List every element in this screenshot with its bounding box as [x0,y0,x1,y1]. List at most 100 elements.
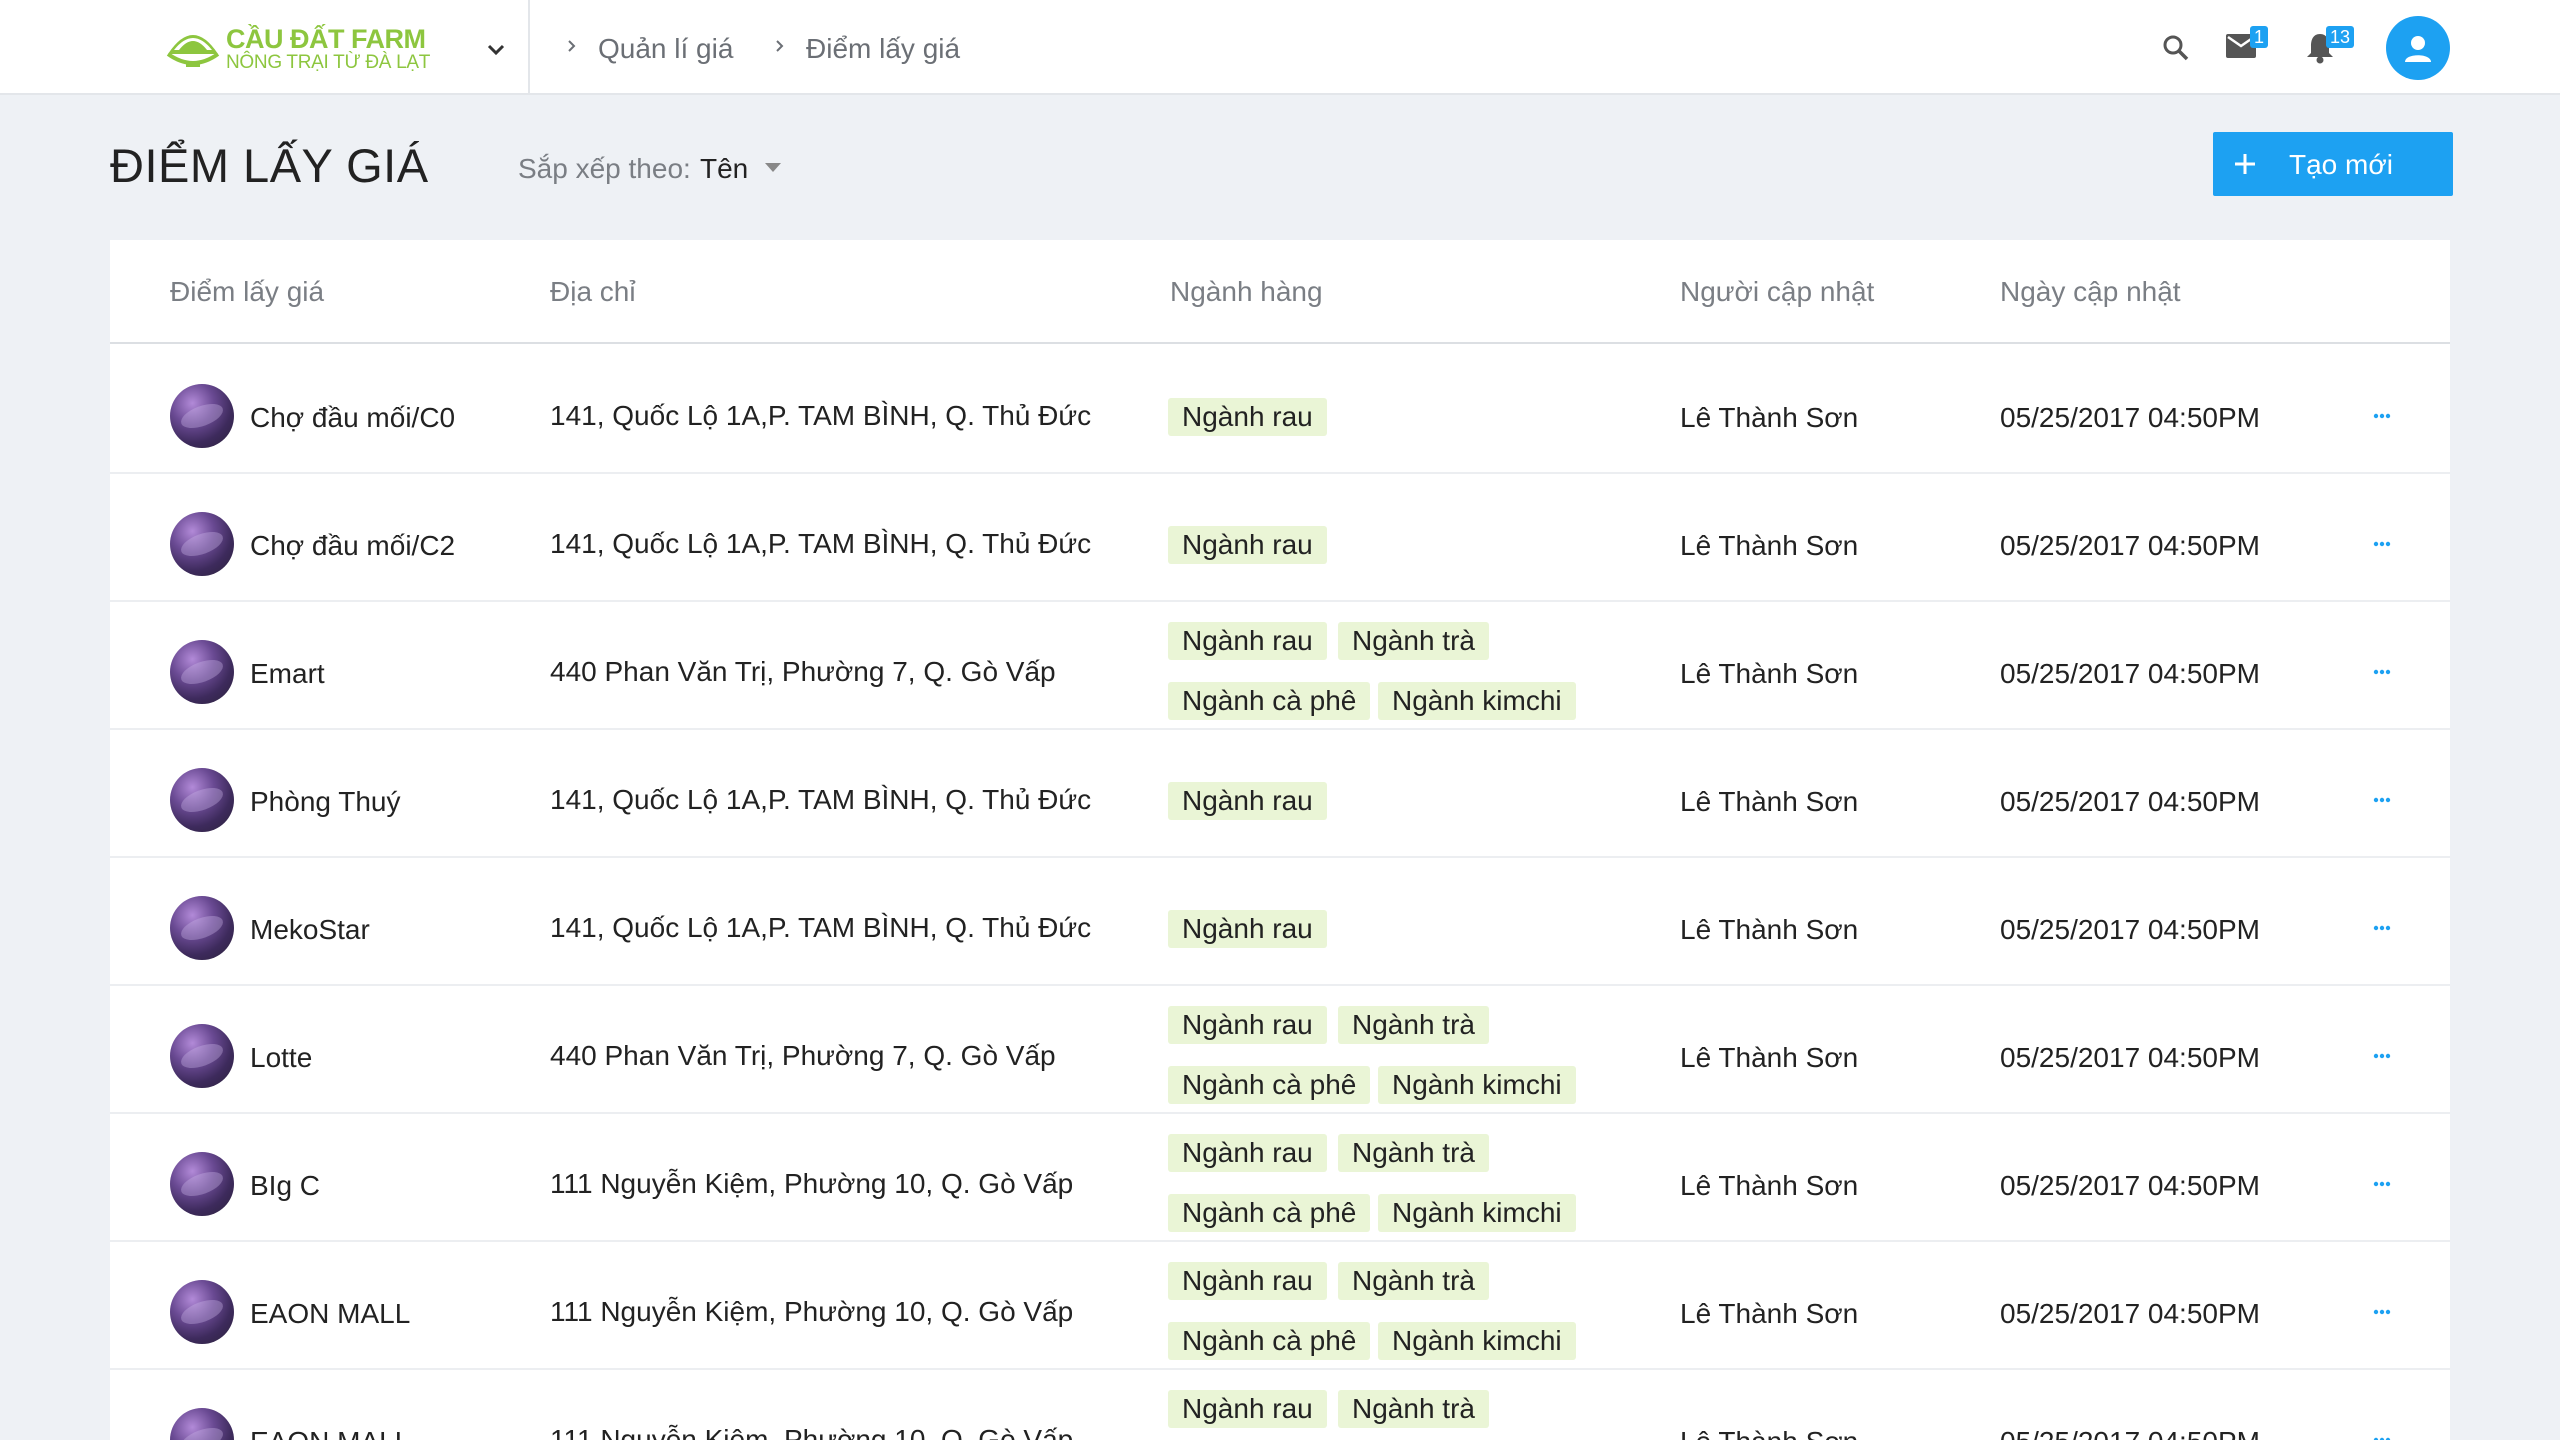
more-icon[interactable] [2362,914,2402,942]
category-tag: Ngành rau [1168,1262,1327,1300]
updated-at: 05/25/2017 04:50PM [2000,786,2260,817]
column-header-category[interactable]: Ngành hàng [1170,276,1323,308]
column-header-updated-at[interactable]: Ngày cập nhật [2000,276,2181,308]
brand-logo-link[interactable]: CẦU ĐẤT FARM NÔNG TRẠI TỪ ĐÀ LẠT [164,18,430,76]
plus-icon [2235,154,2255,174]
category-tag: Ngành kimchi [1378,1066,1576,1104]
updated-at: 05/25/2017 04:50PM [2000,1042,2260,1073]
more-icon[interactable] [2362,786,2402,814]
point-address: 141, Quốc Lộ 1A,P. TAM BÌNH, Q. Thủ Đức [550,528,1092,559]
category-tag: Ngành trà [1338,1390,1489,1428]
chevron-right-icon [568,40,576,52]
top-header: CẦU ĐẤT FARM NÔNG TRẠI TỪ ĐÀ LẠT Quản lí… [0,0,2560,95]
more-icon[interactable] [2362,402,2402,430]
table-row[interactable]: Chợ đầu mối/C2 141, Quốc Lộ 1A,P. TAM BÌN… [110,474,2450,602]
point-avatar [170,512,234,576]
more-icon[interactable] [2362,1298,2402,1326]
point-name: Chợ đầu mối/C0 [250,402,456,433]
updated-at: 05/25/2017 04:50PM [2000,1170,2260,1201]
category-tag: Ngành rau [1168,1134,1327,1172]
chevron-right-icon [776,40,784,52]
updated-at: 05/25/2017 04:50PM [2000,914,2260,945]
updated-at: 05/25/2017 04:50PM [2000,1298,2260,1329]
table-row[interactable]: Chợ đầu mối/C0 141, Quốc Lộ 1A,P. TAM BÌN… [110,346,2450,474]
header-divider [528,0,530,95]
price-points-table: Điểm lấy giá Địa chỉ Ngành hàng Người cậ… [110,240,2450,1440]
table-row[interactable]: Emart 440 Phan Văn Trị, Phường 7, Q. Gò V… [110,602,2450,730]
point-name: Chợ đầu mối/C2 [250,530,456,561]
point-address: 111 Nguyễn Kiệm, Phường 10, Q. Gò Vấp [550,1424,1074,1440]
table-row[interactable]: BIg C 111 Nguyễn Kiệm, Phường 10, Q. Gò V… [110,1114,2450,1242]
updated-by: Lê Thành Sơn [1680,786,1859,817]
point-name: Emart [250,658,325,689]
more-icon[interactable] [2362,1042,2402,1070]
point-avatar [170,384,234,448]
category-tag: Ngành kimchi [1378,1194,1576,1232]
category-tag: Ngành cà phê [1168,1194,1371,1232]
farm-logo-icon [166,35,220,67]
page-title: ĐIỂM LẤY GIÁ [110,139,429,192]
column-header-point[interactable]: Điểm lấy giá [170,276,324,308]
category-tag: Ngành rau [1168,782,1327,820]
sort-value: Tên [700,153,749,184]
category-tag: Ngành cà phê [1168,682,1371,720]
updated-by: Lê Thành Sơn [1680,658,1859,689]
category-tag: Ngành rau [1168,1006,1327,1044]
table-row[interactable]: MekoStar 141, Quốc Lộ 1A,P. TAM BÌNH, Q. … [110,858,2450,986]
point-name: BIg C [250,1170,321,1201]
point-address: 141, Quốc Lộ 1A,P. TAM BÌNH, Q. Thủ Đức [550,912,1092,943]
notification-button[interactable]: 13 [2306,24,2366,68]
updated-by: Lê Thành Sơn [1680,1170,1859,1201]
table-row[interactable]: EAON MALL 111 Nguyễn Kiệm, Phường 10, Q. … [110,1370,2450,1440]
category-tag: Ngành kimchi [1378,1322,1576,1360]
more-icon[interactable] [2362,530,2402,558]
updated-by: Lê Thành Sơn [1680,1426,1858,1440]
table-row[interactable]: Phòng Thuý 141, Quốc Lộ 1A,P. TAM BÌNH, Q… [110,730,2450,858]
category-tag: Ngành cà phê [1168,1322,1371,1360]
sort-select[interactable]: Tên [700,148,790,188]
point-avatar [170,1152,234,1216]
brand-tagline: NÔNG TRẠI TỪ ĐÀ LẠT [226,52,431,73]
updated-by: Lê Thành Sơn [1680,1042,1859,1073]
more-icon[interactable] [2362,1170,2402,1198]
table-row[interactable]: EAON MALL 111 Nguyễn Kiệm, Phường 10, Q. … [110,1242,2450,1370]
updated-by: Lê Thành Sơn [1680,402,1859,433]
breadcrumb-price-points[interactable]: Điểm lấy giá [806,33,960,65]
point-avatar [170,640,234,704]
point-avatar [170,1408,234,1440]
table-row[interactable]: Lotte 440 Phan Văn Trị, Phường 7, Q. Gò V… [110,986,2450,1114]
category-tag: Ngành rau [1168,622,1327,660]
point-avatar [170,896,234,960]
category-tag: Ngành trà [1338,1262,1489,1300]
more-icon[interactable] [2362,1426,2402,1440]
point-address: 440 Phan Văn Trị, Phường 7, Q. Gò Vấp [550,656,1056,687]
column-header-updated-by[interactable]: Người cập nhật [1680,276,1874,308]
updated-by: Lê Thành Sơn [1680,914,1859,945]
more-icon[interactable] [2362,658,2402,686]
column-header-address[interactable]: Địa chỉ [550,276,636,308]
breadcrumb-price-management[interactable]: Quản lí giá [598,33,733,65]
point-address: 111 Nguyễn Kiệm, Phường 10, Q. Gò Vấp [550,1296,1074,1327]
category-tag: Ngành trà [1338,1134,1489,1172]
updated-at: 05/25/2017 04:50PM [2000,1426,2260,1440]
brand-name: CẦU ĐẤT FARM [226,24,426,54]
category-tag: Ngành trà [1338,1006,1489,1044]
mail-button[interactable]: 1 [2226,24,2282,68]
search-icon[interactable] [2162,34,2190,62]
point-address: 141, Quốc Lộ 1A,P. TAM BÌNH, Q. Thủ Đức [550,400,1092,431]
category-tag: Ngành cà phê [1168,1066,1371,1104]
category-tag: Ngành rau [1168,526,1327,564]
sort-label: Sắp xếp theo: [518,153,691,184]
category-tag: Ngành rau [1168,398,1327,436]
chevron-down-icon[interactable] [482,35,510,63]
create-new-button[interactable]: Tạo mới [2213,132,2453,196]
category-tag: Ngành kimchi [1378,682,1576,720]
updated-at: 05/25/2017 04:50PM [2000,658,2260,689]
updated-by: Lê Thành Sơn [1680,1298,1859,1329]
notification-count-badge: 13 [2326,26,2355,48]
updated-at: 05/25/2017 04:50PM [2000,530,2260,561]
user-avatar-button[interactable] [2386,16,2450,80]
caret-down-icon [765,163,781,172]
updated-at: 05/25/2017 04:50PM [2000,402,2260,433]
point-name: Lotte [250,1042,313,1073]
